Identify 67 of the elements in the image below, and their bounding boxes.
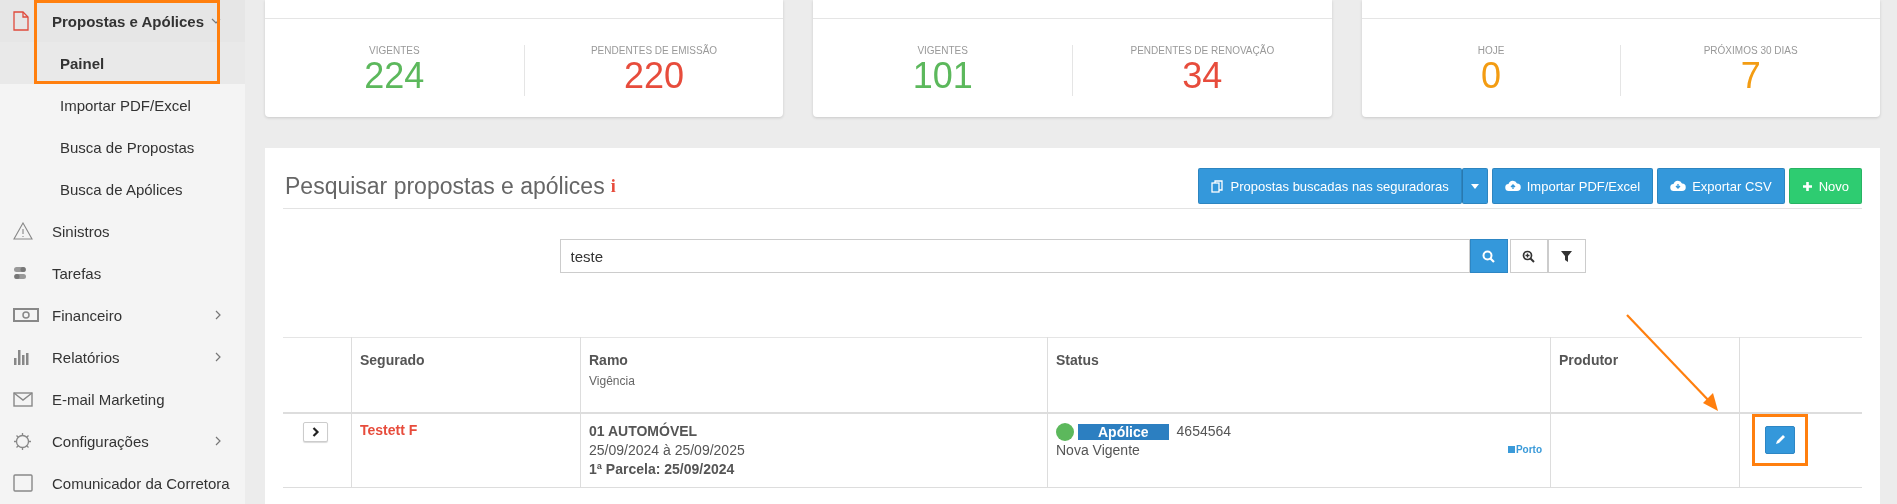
plus-icon bbox=[1801, 180, 1813, 192]
envelope-icon bbox=[13, 391, 33, 407]
column-subheader: Vigência bbox=[589, 374, 636, 388]
banknote-icon bbox=[13, 308, 39, 322]
sidebar-item[interactable]: Importar PDF/Excel bbox=[0, 84, 245, 126]
insured-name-link[interactable]: Testett F bbox=[360, 422, 418, 438]
stat-label: PENDENTES DE EMISSÃO bbox=[590, 45, 718, 56]
status-text: Nova Vigente bbox=[1056, 441, 1140, 460]
expand-row-button[interactable] bbox=[303, 422, 328, 442]
caret-icon bbox=[1470, 183, 1479, 189]
edit-button[interactable] bbox=[1765, 426, 1795, 454]
column-header: Segurado bbox=[360, 352, 426, 368]
search-icon bbox=[1482, 249, 1495, 263]
warning-icon bbox=[13, 222, 33, 240]
sidebar-item[interactable]: Busca de Propostas bbox=[0, 126, 245, 168]
pencil-icon bbox=[1774, 434, 1786, 446]
zoom-in-icon bbox=[1522, 249, 1535, 263]
stat-value: 0 bbox=[1480, 56, 1501, 96]
stat-value: 224 bbox=[364, 56, 425, 96]
sidebar-item[interactable]: Relatórios bbox=[0, 336, 245, 378]
chevron-right-icon bbox=[215, 310, 221, 320]
installment-date: 1ª Parcela: 25/09/2024 bbox=[589, 460, 736, 479]
validity-period: 25/09/2024 à 25/09/2025 bbox=[589, 441, 746, 460]
toggle-icon bbox=[13, 266, 27, 280]
filter-button[interactable] bbox=[1547, 239, 1586, 273]
policy-number: 4654564 bbox=[1176, 422, 1232, 441]
status-tag: Apólice bbox=[1078, 423, 1169, 440]
chevron-right-icon bbox=[215, 436, 221, 446]
stat-label: HOJE bbox=[1477, 45, 1505, 56]
sidebar-item[interactable]: Propostas e Apólices bbox=[0, 0, 245, 42]
stat-label: VIGENTES bbox=[917, 45, 968, 56]
chat-window-icon bbox=[13, 474, 33, 492]
column-header: Ramo bbox=[589, 352, 629, 368]
sidebar-item[interactable]: E-mail Marketing bbox=[0, 378, 245, 420]
stat-value: 34 bbox=[1182, 56, 1223, 96]
stat-value: 7 bbox=[1740, 56, 1761, 96]
insurer-logo: Porto bbox=[1507, 444, 1542, 455]
document-icon bbox=[13, 11, 29, 31]
settings-icon bbox=[13, 431, 32, 451]
info-icon[interactable]: i bbox=[610, 175, 616, 197]
sidebar-item[interactable]: Painel bbox=[0, 42, 245, 84]
panel-title: Pesquisar propostas e apólices bbox=[285, 172, 605, 200]
stat-label: PRÓXIMOS 30 DIAS bbox=[1703, 45, 1798, 56]
sidebar-item[interactable]: Configurações bbox=[0, 420, 245, 462]
sidebar-item[interactable]: Sinistros bbox=[0, 210, 245, 252]
stat-value: 101 bbox=[912, 56, 973, 96]
sidebar-item[interactable]: Busca de Apólices bbox=[0, 168, 245, 210]
filter-icon bbox=[1561, 250, 1572, 262]
stat-label: PENDENTES DE RENOVAÇÃO bbox=[1130, 45, 1275, 56]
search-field[interactable]: teste bbox=[559, 239, 1470, 273]
chevron-right-icon bbox=[215, 352, 221, 362]
copy-icon bbox=[1211, 179, 1225, 193]
bar-chart-icon bbox=[13, 349, 29, 365]
cloud-upload-icon bbox=[1504, 180, 1521, 192]
stat-label: VIGENTES bbox=[369, 45, 420, 56]
line-of-business: 01 AUTOMÓVEL bbox=[589, 422, 699, 441]
search-button[interactable] bbox=[1469, 239, 1508, 273]
column-header: Produtor bbox=[1559, 352, 1620, 368]
sidebar-item[interactable]: Comunicador da Corretora bbox=[0, 462, 245, 504]
sidebar-item[interactable]: Financeiro bbox=[0, 294, 245, 336]
cloud-download-icon bbox=[1670, 180, 1687, 192]
chevron-right-icon bbox=[311, 427, 320, 437]
zoom-in-button[interactable] bbox=[1509, 239, 1548, 273]
stat-value: 220 bbox=[623, 56, 685, 96]
column-header: Status bbox=[1056, 352, 1100, 368]
sidebar-item[interactable]: Tarefas bbox=[0, 252, 245, 294]
dropdown-button[interactable] bbox=[1461, 168, 1488, 204]
